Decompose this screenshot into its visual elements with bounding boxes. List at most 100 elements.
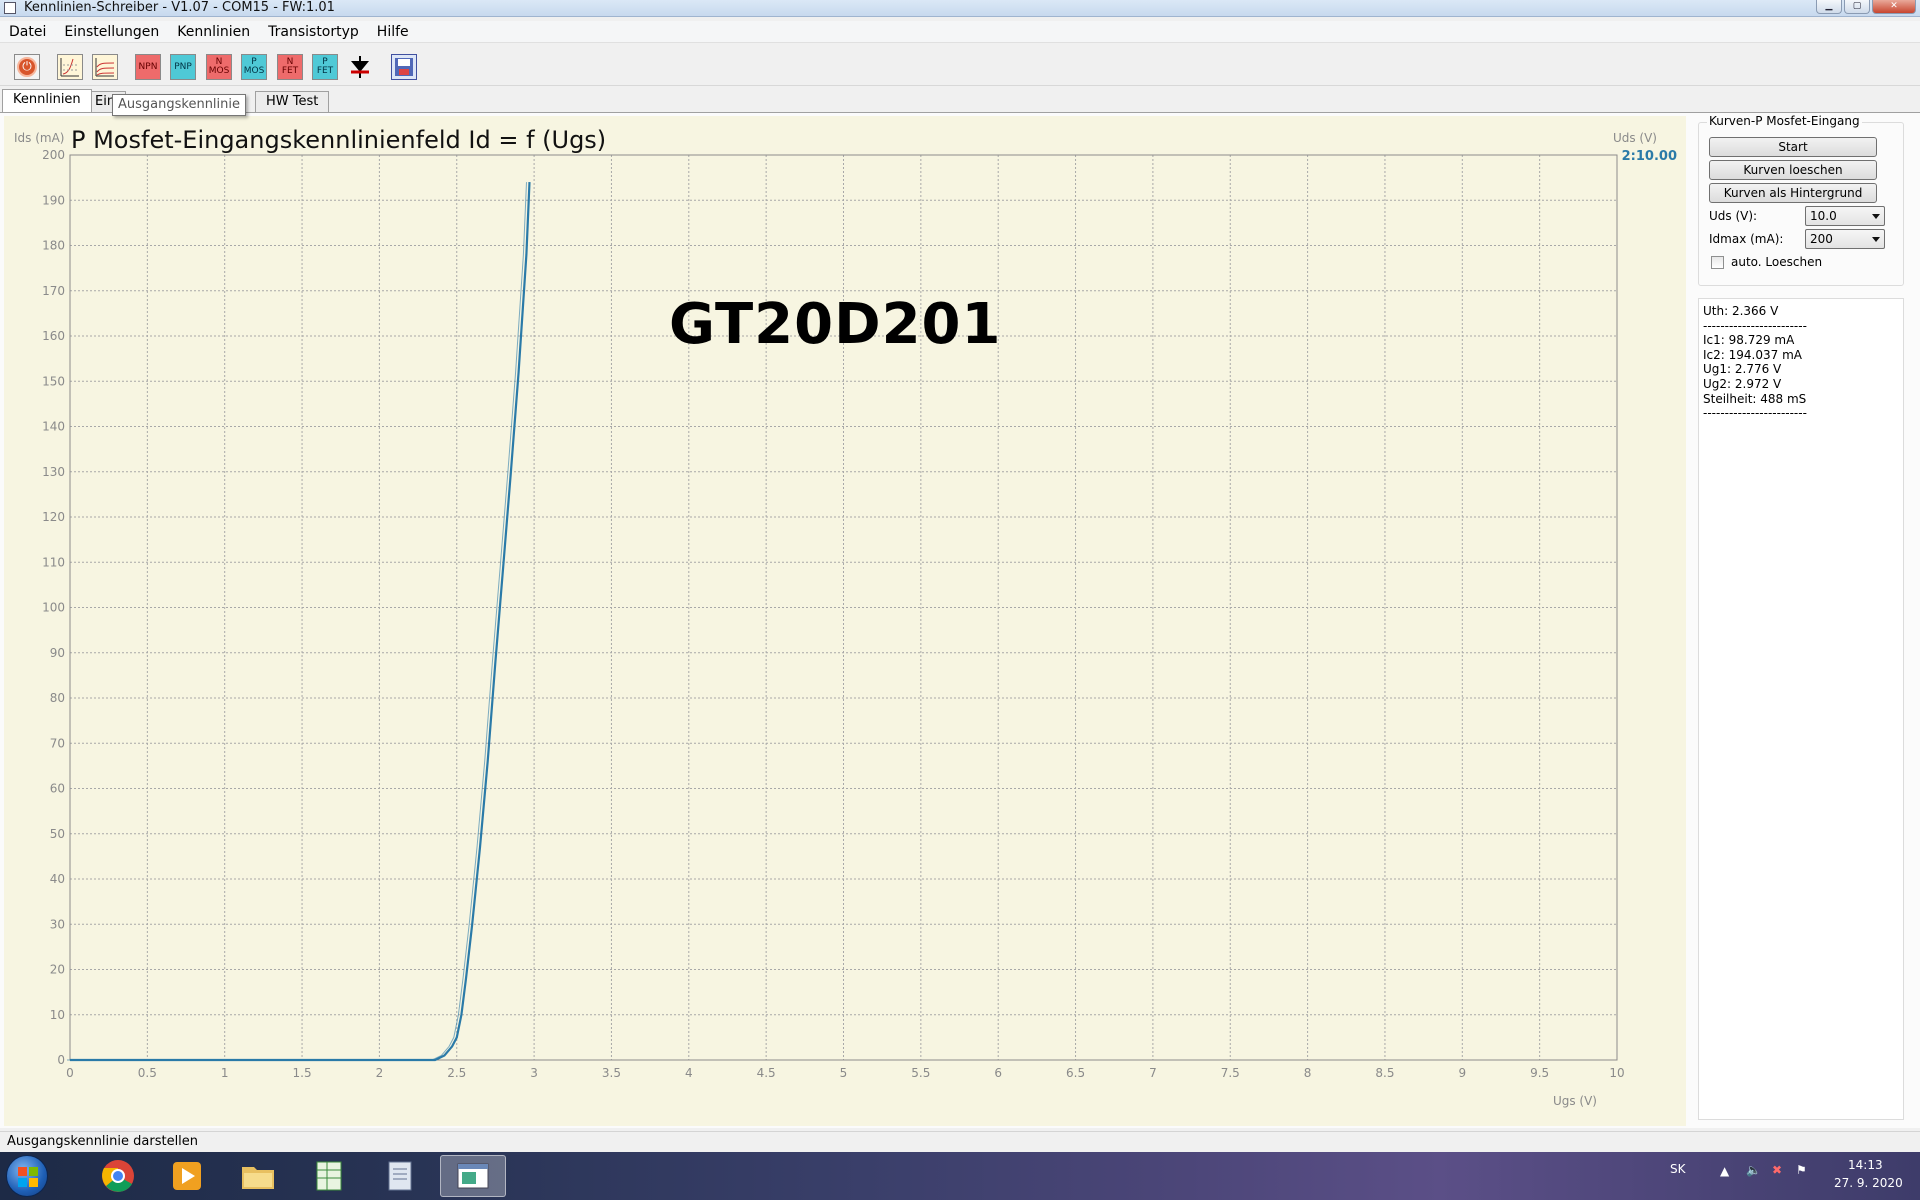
chevron-down-icon bbox=[1872, 214, 1880, 219]
input-curve-button[interactable] bbox=[57, 54, 83, 80]
power-button[interactable]: ⏻ bbox=[14, 54, 40, 80]
y-tick-label: 170 bbox=[42, 284, 65, 298]
chart: 0 0.5 1 1.5 2 2.5 3 3.5 4 4.5 5 5.5 6 6.5 7 7.5 8 8.5 9 9.5… bbox=[14, 131, 1677, 1108]
result-line: Ic2: 194.037 mA bbox=[1703, 347, 1802, 362]
kennlinien-taskbar-button[interactable] bbox=[440, 1155, 506, 1197]
y-tick-label: 200 bbox=[42, 148, 65, 162]
action-center-icon[interactable]: ⚑ bbox=[1796, 1163, 1807, 1177]
pnp-button[interactable]: PNP bbox=[170, 54, 196, 80]
auto-clear-checkbox[interactable] bbox=[1711, 256, 1724, 269]
app-window-icon bbox=[457, 1163, 489, 1189]
result-line: ------------------------ bbox=[1703, 406, 1807, 421]
menu-hilfe[interactable]: Hilfe bbox=[368, 21, 418, 42]
auto-clear-label: auto. Loeschen bbox=[1731, 255, 1823, 269]
y2-axis-label: Uds (V) bbox=[1613, 131, 1657, 145]
y-tick-label: 20 bbox=[50, 963, 65, 977]
tab-kennlinien[interactable]: Kennlinien bbox=[2, 89, 92, 112]
y-tick-label: 90 bbox=[50, 646, 65, 660]
window-controls: ▁ ▢ ✕ bbox=[1816, 0, 1916, 15]
series-line bbox=[70, 182, 531, 1062]
x-tick-label: 4.5 bbox=[757, 1066, 776, 1080]
y-tick-label: 140 bbox=[42, 420, 65, 434]
series-line-trace bbox=[67, 182, 527, 1061]
clear-curves-button[interactable]: Kurven loeschen bbox=[1709, 160, 1877, 180]
x-tick-label: 9 bbox=[1458, 1066, 1466, 1080]
network-icon[interactable]: ✖ bbox=[1772, 1163, 1782, 1177]
menu-datei[interactable]: Datei bbox=[0, 21, 55, 42]
clock-date[interactable]: 27. 9. 2020 bbox=[1834, 1176, 1903, 1190]
taskbar: SK ▲ 🔈 ✖ ⚑ 14:13 27. 9. 2020 bbox=[0, 1152, 1920, 1200]
power-icon: ⏻ bbox=[17, 57, 37, 77]
x-tick-label: 0 bbox=[66, 1066, 74, 1080]
document-taskbar-button[interactable] bbox=[369, 1155, 431, 1197]
nfet-button[interactable]: N FET bbox=[277, 54, 303, 80]
control-panel: Kurven-P Mosfet-Eingang Start Kurven loe… bbox=[1695, 114, 1915, 1126]
chrome-taskbar-button[interactable] bbox=[87, 1155, 149, 1197]
y-tick-label: 130 bbox=[42, 465, 65, 479]
save-button[interactable] bbox=[391, 54, 417, 80]
tab-page-kennlinien: 0 0.5 1 1.5 2 2.5 3 3.5 4 4.5 5 5.5 6 6.5 7 7.5 8 8.5 9 9.5… bbox=[0, 112, 1920, 1128]
x-tick-label: 5.5 bbox=[911, 1066, 930, 1080]
y-tick-label: 0 bbox=[57, 1053, 65, 1067]
uds-readout: 2:10.00 bbox=[1622, 149, 1677, 164]
pfet-button[interactable]: P FET bbox=[312, 54, 338, 80]
tab-hw-test[interactable]: HW Test bbox=[255, 91, 330, 112]
x-tick-label: 7 bbox=[1149, 1066, 1157, 1080]
start-button[interactable] bbox=[6, 1155, 48, 1197]
show-hidden-icons-icon[interactable]: ▲ bbox=[1720, 1164, 1729, 1178]
menu-kennlinien[interactable]: Kennlinien bbox=[168, 21, 259, 42]
result-line: Steilheit: 488 mS bbox=[1703, 391, 1807, 406]
language-indicator[interactable]: SK bbox=[1670, 1162, 1686, 1176]
curve-groupbox: Kurven-P Mosfet-Eingang Start Kurven loe… bbox=[1698, 114, 1904, 286]
groupbox-title: Kurven-P Mosfet-Eingang bbox=[1707, 114, 1862, 128]
y-tick-label: 60 bbox=[50, 782, 65, 796]
output-curve-button[interactable] bbox=[92, 54, 118, 80]
maximize-icon[interactable]: ▢ bbox=[1844, 0, 1870, 14]
diode-button[interactable] bbox=[347, 54, 373, 80]
x-axis-label: Ugs (V) bbox=[1553, 1094, 1597, 1108]
app-icon bbox=[4, 2, 16, 14]
x-tick-label: 1.5 bbox=[293, 1066, 312, 1080]
x-tick-label: 0.5 bbox=[138, 1066, 157, 1080]
y-tick-label: 100 bbox=[42, 601, 65, 615]
volume-icon[interactable]: 🔈 bbox=[1746, 1163, 1761, 1177]
menu-transistortyp[interactable]: Transistortyp bbox=[259, 21, 368, 42]
x-tick-label: 8 bbox=[1304, 1066, 1312, 1080]
save-icon bbox=[395, 58, 413, 76]
input-curve-icon bbox=[60, 58, 79, 77]
npn-button[interactable]: NPN bbox=[135, 54, 161, 80]
minimize-icon[interactable]: ▁ bbox=[1816, 0, 1842, 14]
result-line: Ug1: 2.776 V bbox=[1703, 362, 1782, 377]
results-box: Uth: 2.366 V ------------------------ Ic… bbox=[1698, 298, 1904, 1120]
x-tick-label: 3.5 bbox=[602, 1066, 621, 1080]
chart-title: P Mosfet-Eingangskennlinienfeld Id = f (… bbox=[71, 126, 607, 154]
x-tick-label: 10 bbox=[1609, 1066, 1624, 1080]
media-player-taskbar-button[interactable] bbox=[156, 1155, 218, 1197]
x-tick-label: 3 bbox=[530, 1066, 538, 1080]
nmos-button[interactable]: N MOS bbox=[206, 54, 232, 80]
curves-as-background-button[interactable]: Kurven als Hintergrund bbox=[1709, 183, 1877, 203]
document-icon bbox=[388, 1161, 412, 1191]
window-title: Kennlinien-Schreiber - V1.07 - COM15 - F… bbox=[24, 0, 335, 15]
system-tray: SK ▲ 🔈 ✖ ⚑ 14:13 27. 9. 2020 bbox=[1650, 1152, 1920, 1200]
spreadsheet-taskbar-button[interactable] bbox=[298, 1155, 360, 1197]
pmos-button[interactable]: P MOS bbox=[241, 54, 267, 80]
x-tick-label: 8.5 bbox=[1375, 1066, 1394, 1080]
spreadsheet-icon bbox=[316, 1161, 342, 1191]
idmax-select[interactable]: 200 bbox=[1805, 229, 1885, 249]
close-icon[interactable]: ✕ bbox=[1872, 0, 1916, 14]
y-tick-label: 150 bbox=[42, 374, 65, 388]
start-button[interactable]: Start bbox=[1709, 137, 1877, 157]
menu-einstellungen[interactable]: Einstellungen bbox=[55, 21, 168, 42]
status-bar: Ausgangskennlinie darstellen bbox=[0, 1131, 1920, 1151]
y-tick-label: 110 bbox=[42, 555, 65, 569]
part-number-label: GT20D201 bbox=[669, 292, 1002, 357]
x-tick-label: 7.5 bbox=[1221, 1066, 1240, 1080]
menu-bar: Datei Einstellungen Kennlinien Transisto… bbox=[0, 21, 1920, 43]
explorer-taskbar-button[interactable] bbox=[227, 1155, 289, 1197]
folder-icon bbox=[242, 1167, 274, 1189]
x-tick-label: 6 bbox=[994, 1066, 1002, 1080]
result-line: Uth: 2.366 V bbox=[1703, 304, 1779, 318]
clock-time[interactable]: 14:13 bbox=[1848, 1158, 1883, 1172]
uds-select[interactable]: 10.0 bbox=[1805, 206, 1885, 226]
